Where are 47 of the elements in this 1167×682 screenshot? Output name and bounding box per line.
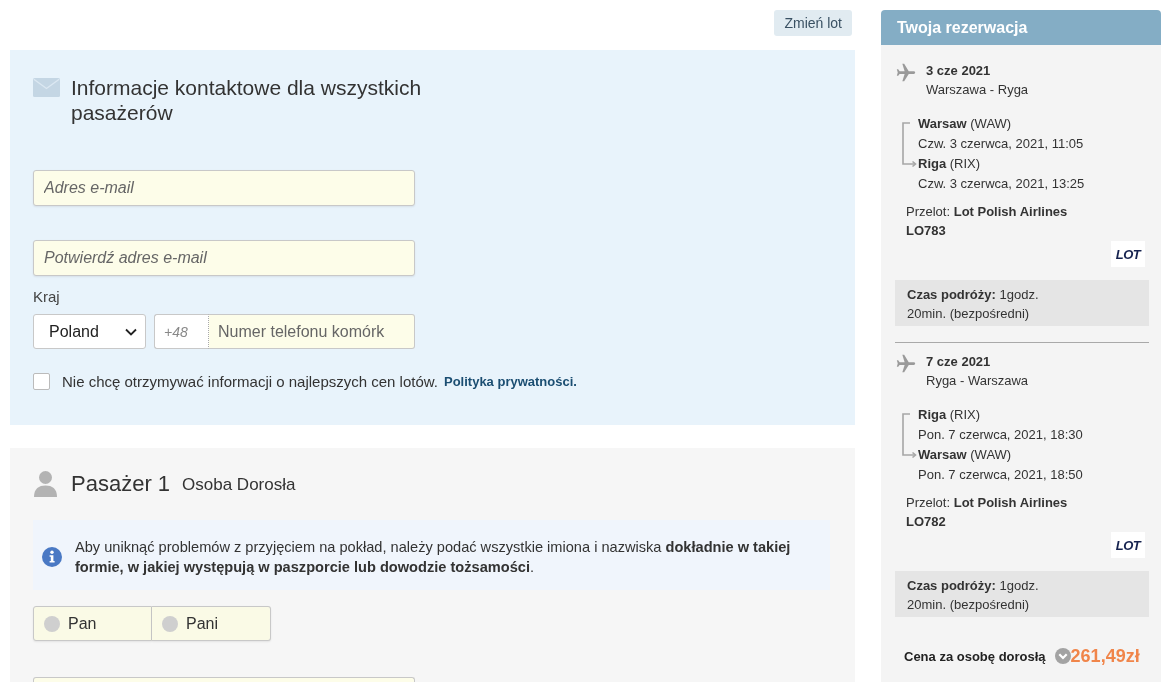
- country-label: Kraj: [33, 287, 61, 307]
- airplane-icon: [895, 353, 917, 375]
- flight-route: Warszawa - Ryga: [926, 81, 1029, 99]
- airline-logo: LOT: [1111, 241, 1145, 267]
- airport-name: Riga (RIX): [918, 155, 982, 173]
- checkbox[interactable]: [33, 373, 50, 390]
- salutation-option[interactable]: Pani: [152, 606, 271, 641]
- booking-header: Twoja rezerwacja: [881, 10, 1161, 45]
- change-flight-button[interactable]: Zmień lot: [774, 10, 852, 36]
- info-icon: [42, 547, 62, 567]
- airport-name: Warsaw (WAW): [918, 446, 1013, 464]
- section-title: Informacje kontaktowe dla wszystkich pasażerów: [71, 75, 423, 125]
- airline-logo: LOT: [1111, 532, 1145, 558]
- country-select[interactable]: Poland: [33, 314, 146, 349]
- caret-icon: [125, 327, 137, 336]
- passenger-type: Osoba Dorosła: [182, 475, 296, 495]
- flight-date: 7 cze 2021: [926, 353, 992, 371]
- notice-text: Aby uniknąć problemów z przyjęciem na pokład, należy podać wszystkie imiona i nazwiska dokładnie w takiej formie, w jakiej występują w paszporcie lub dowodzie tożsamości.: [75, 538, 792, 577]
- email-field[interactable]: Adres e-mail: [33, 170, 415, 206]
- price-value: 261,49zł: [1070, 645, 1140, 667]
- airplane-icon: [895, 62, 917, 84]
- carrier-text: Przelot: Lot Polish Airlines: [905, 494, 1069, 512]
- flight-time: Pon. 7 czerwca, 2021, 18:30: [918, 426, 1083, 444]
- person-icon: [33, 470, 58, 497]
- airport-name: Warsaw (WAW): [918, 115, 1013, 133]
- chevron-down-icon[interactable]: [1054, 648, 1071, 664]
- newsletter-label: Nie chcę otrzymywać informacji o najlepszych cen lotów.: [62, 373, 438, 390]
- flight-time: Pon. 7 czerwca, 2021, 18:50: [918, 466, 1083, 484]
- phone-prefix: +48: [154, 314, 209, 349]
- carrier-text: Przelot: Lot Polish Airlines: [905, 203, 1069, 221]
- privacy-link[interactable]: Polityka prywatności.: [444, 374, 577, 389]
- flight-time: Czw. 3 czerwca, 2021, 11:05: [918, 135, 1085, 153]
- flight-number: LO782: [905, 513, 947, 531]
- salutation-option[interactable]: Pan: [33, 606, 152, 641]
- flight-date: 3 cze 2021: [926, 62, 992, 80]
- flight-time: Czw. 3 czerwca, 2021, 13:25: [918, 175, 1085, 193]
- flight-number: LO783: [905, 222, 947, 240]
- price-label: Cena za osobę dorosłą: [904, 648, 1046, 664]
- airport-name: Riga (RIX): [918, 406, 982, 424]
- confirm-email-field[interactable]: Potwierdź adres e-mail: [33, 240, 415, 276]
- flight-route: Ryga - Warszawa: [926, 372, 1029, 390]
- phone-field[interactable]: Numer telefonu komórk: [209, 314, 415, 349]
- envelope-icon: [33, 78, 60, 97]
- input-field[interactable]: [33, 677, 415, 682]
- passenger-title: Pasażer 1: [71, 470, 171, 497]
- duration-text: Czas podróży: 1godz. 20min. (bezpośredni): [907, 577, 1040, 614]
- duration-text: Czas podróży: 1godz. 20min. (bezpośredni): [907, 286, 1040, 323]
